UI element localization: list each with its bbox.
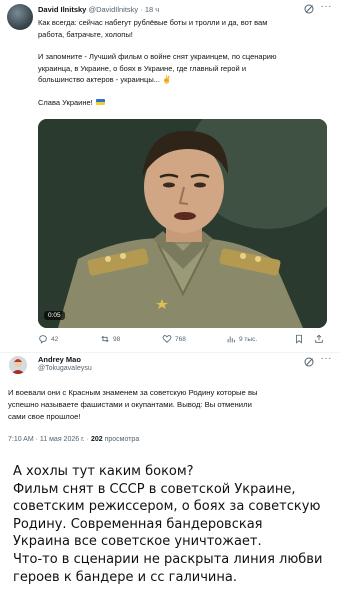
- comment-line: героев к бандере и сс галичина.: [13, 569, 237, 585]
- post-text: Как всегда: сейчас набегут рублёвые боты…: [38, 17, 328, 119]
- repost-action[interactable]: 98: [100, 334, 120, 344]
- like-count: 768: [175, 335, 186, 343]
- like-action[interactable]: 768: [162, 334, 186, 344]
- post-time[interactable]: 18 ч: [145, 5, 159, 14]
- video-frame-officer: [38, 119, 327, 328]
- post-views-label: просмотра: [104, 436, 140, 443]
- post-header: David Ilnitsky @DavidIlnitsky · 18 ч: [38, 5, 295, 14]
- comment-line: Родину. Современная бандеровская: [13, 516, 263, 532]
- comment-line: Что-то в сценарии не раскрыта линия любв…: [13, 551, 323, 567]
- post-meta: 7:10 AM · 11 мая 2026 г. · 202 просмотра: [8, 436, 139, 443]
- post-text-line: сами свое прошлое!: [8, 412, 81, 421]
- separator-dot: ·: [140, 5, 143, 14]
- post-paragraph-text: Слава Украине!: [38, 97, 93, 107]
- grok-icon[interactable]: [303, 3, 315, 15]
- views-count: 9 тыс.: [239, 335, 258, 343]
- video-player[interactable]: 0:05: [38, 119, 327, 328]
- more-icon[interactable]: ···: [321, 353, 333, 364]
- post-reply: Andrey Mao @TokugavaIeysu ··· И воевали …: [0, 352, 339, 454]
- author-avatar[interactable]: [9, 356, 27, 374]
- bookmark-icon: [296, 334, 302, 344]
- post-views-count: 202: [90, 436, 103, 443]
- avatar-image: [9, 356, 27, 374]
- post-timestamp[interactable]: 7:10 AM · 11 мая 2026 г. ·: [8, 436, 89, 443]
- comment-text: А хохлы тут каким боком? Фильм снят в СС…: [13, 463, 335, 586]
- views-action[interactable]: 9 тыс.: [226, 334, 257, 344]
- repost-icon: [101, 335, 109, 343]
- author-name[interactable]: Andrey Mao: [38, 355, 81, 364]
- post-text-line: успешно называете фашистами и окупантами…: [8, 400, 252, 409]
- repost-count: 98: [113, 335, 121, 343]
- comment-line: Украина все советское уничтожает.: [13, 534, 262, 550]
- more-icon[interactable]: ···: [321, 1, 333, 12]
- author-avatar[interactable]: [7, 4, 33, 30]
- post-paragraph: И запомните - Лучший фильм о войне снят …: [38, 52, 277, 84]
- comment-line: Фильм снят в СССР в советской Украине,: [13, 481, 296, 497]
- reply-icon: [39, 335, 47, 344]
- post-actions: 42 98 768 9 тыс.: [38, 334, 328, 346]
- grok-icon[interactable]: [303, 356, 315, 368]
- video-duration: 0:05: [44, 311, 65, 320]
- author-name[interactable]: David Ilnitsky: [38, 5, 86, 14]
- post-paragraph: Как всегда: сейчас набегут рублёвые боты…: [38, 18, 268, 39]
- author-handle[interactable]: @TokugavaIeysu: [38, 365, 92, 372]
- like-icon: [162, 335, 172, 343]
- share-icon: [315, 334, 323, 343]
- reply-count: 42: [51, 335, 59, 343]
- post-text-line: И воевали они с Красным знаменем за сове…: [8, 388, 258, 397]
- ukraine-flag-icon: [95, 99, 105, 105]
- bookmark-action[interactable]: [294, 334, 304, 344]
- share-action[interactable]: [314, 334, 324, 344]
- views-icon: [227, 336, 235, 343]
- post-paragraph: Слава Украине!: [38, 97, 328, 109]
- comment-line: А хохлы тут каким боком?: [13, 464, 194, 479]
- reply-action[interactable]: 42: [38, 334, 58, 344]
- post-original: David Ilnitsky @DavidIlnitsky · 18 ч ···…: [0, 0, 339, 352]
- author-handle[interactable]: @DavidIlnitsky: [88, 5, 138, 14]
- post-text: И воевали они с Красным знаменем за сове…: [8, 387, 330, 423]
- comment-line: советским режиссером, о боях за советску…: [13, 499, 321, 515]
